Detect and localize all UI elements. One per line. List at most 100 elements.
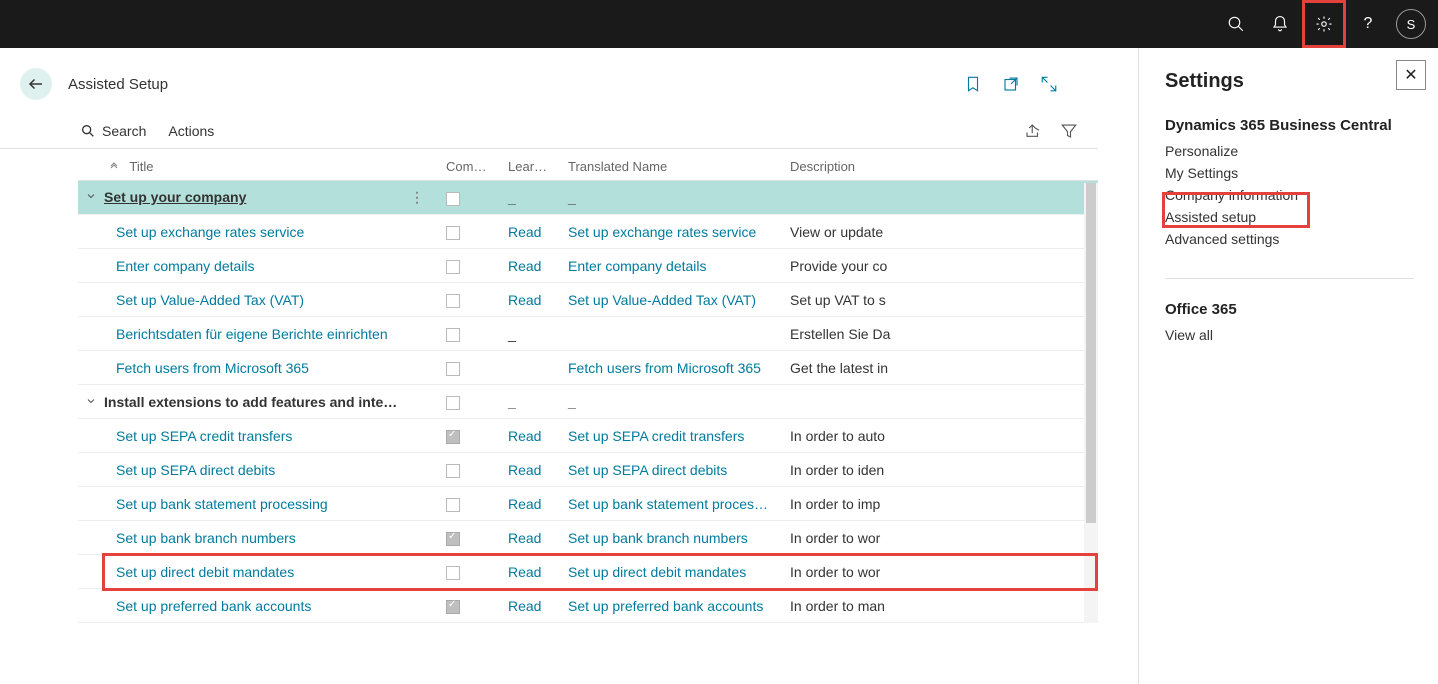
- row-title[interactable]: Set up exchange rates service: [78, 215, 438, 249]
- expand-icon[interactable]: [1040, 75, 1058, 93]
- table-row[interactable]: Berichtsdaten für eigene Berichte einric…: [78, 317, 1098, 351]
- checkbox[interactable]: [446, 498, 460, 512]
- translated-link[interactable]: Set up bank statement processing: [560, 487, 782, 521]
- row-title[interactable]: Set up bank statement processing: [78, 487, 438, 521]
- settings-link[interactable]: My Settings: [1165, 162, 1438, 184]
- col-description[interactable]: Description: [782, 149, 1098, 181]
- table-row[interactable]: Set up Value-Added Tax (VAT)ReadSet up V…: [78, 283, 1098, 317]
- row-title[interactable]: Set up preferred bank accounts: [78, 589, 438, 623]
- search-button[interactable]: Search: [80, 123, 146, 139]
- table-row[interactable]: Set up bank branch numbersReadSet up ban…: [78, 521, 1098, 555]
- translated-link[interactable]: Set up preferred bank accounts: [560, 589, 782, 623]
- chevron-down-icon[interactable]: [78, 189, 104, 205]
- desc-cell: In order to wor: [782, 555, 1098, 589]
- popout-icon[interactable]: [1002, 75, 1020, 93]
- header-actions: [964, 75, 1118, 93]
- help-icon[interactable]: ?: [1346, 0, 1390, 48]
- learn-link[interactable]: Read: [500, 521, 560, 555]
- settings-link[interactable]: Assisted setup: [1165, 206, 1438, 228]
- learn-link[interactable]: Read: [500, 283, 560, 317]
- bookmark-icon[interactable]: [964, 75, 982, 93]
- checkbox[interactable]: [446, 192, 460, 206]
- checkbox[interactable]: [446, 328, 460, 342]
- checkbox[interactable]: [446, 566, 460, 580]
- completed-cell: [438, 555, 500, 589]
- table-row[interactable]: Enter company detailsReadEnter company d…: [78, 249, 1098, 283]
- translated-link[interactable]: Set up foreign payments: [560, 623, 782, 624]
- translated-link[interactable]: Fetch users from Microsoft 365: [560, 351, 782, 385]
- group-title-cell[interactable]: Install extensions to add features and i…: [78, 385, 438, 419]
- checkbox[interactable]: [446, 260, 460, 274]
- checkbox[interactable]: [446, 532, 460, 546]
- checkbox[interactable]: [446, 362, 460, 376]
- filter-icon[interactable]: [1060, 122, 1078, 140]
- desc-cell: In order to iden: [782, 453, 1098, 487]
- translated-link[interactable]: Set up bank branch numbers: [560, 521, 782, 555]
- table-row[interactable]: Set up SEPA direct debitsReadSet up SEPA…: [78, 453, 1098, 487]
- learn-link[interactable]: Read: [500, 453, 560, 487]
- learn-link[interactable]: Read: [500, 487, 560, 521]
- settings-link[interactable]: Company information: [1165, 184, 1438, 206]
- row-kebab-icon[interactable]: ⋮: [404, 189, 430, 206]
- desc-cell: View or update: [782, 215, 1098, 249]
- scrollbar-thumb[interactable]: [1086, 183, 1096, 523]
- col-title[interactable]: Title: [78, 149, 438, 181]
- table-row[interactable]: Set up SEPA credit transfersReadSet up S…: [78, 419, 1098, 453]
- table-row[interactable]: Fetch users from Microsoft 365 Fetch user…: [78, 351, 1098, 385]
- table-row[interactable]: Set up foreign paymentsReadSet up foreig…: [78, 623, 1098, 624]
- learn-link[interactable]: Read: [500, 555, 560, 589]
- learn-link[interactable]: Read: [500, 623, 560, 624]
- translated-link[interactable]: Set up SEPA credit transfers: [560, 419, 782, 453]
- translated-link[interactable]: Set up exchange rates service: [560, 215, 782, 249]
- col-learn-more[interactable]: Learn more: [500, 149, 560, 181]
- row-title[interactable]: Berichtsdaten für eigene Berichte einric…: [78, 317, 438, 351]
- row-title[interactable]: Set up bank branch numbers: [78, 521, 438, 555]
- checkbox[interactable]: [446, 396, 460, 410]
- avatar[interactable]: S: [1396, 9, 1426, 39]
- learn-link[interactable]: Read: [500, 419, 560, 453]
- scrollbar[interactable]: [1084, 183, 1098, 623]
- table-row[interactable]: Set up exchange rates serviceReadSet up …: [78, 215, 1098, 249]
- settings-link[interactable]: Advanced settings: [1165, 228, 1438, 250]
- row-title[interactable]: Set up direct debit mandates: [78, 555, 438, 589]
- learn-link[interactable]: Read: [500, 249, 560, 283]
- back-button[interactable]: [20, 68, 52, 100]
- table-row[interactable]: Set up preferred bank accountsReadSet up…: [78, 589, 1098, 623]
- translated-link[interactable]: Set up SEPA direct debits: [560, 453, 782, 487]
- row-title[interactable]: Enter company details: [78, 249, 438, 283]
- translated-link[interactable]: Set up direct debit mandates: [560, 555, 782, 589]
- row-title[interactable]: Fetch users from Microsoft 365: [78, 351, 438, 385]
- row-title[interactable]: Set up foreign payments: [78, 623, 438, 624]
- settings-link[interactable]: View all: [1165, 324, 1438, 346]
- search-icon[interactable]: [1214, 0, 1258, 48]
- table: Title Compl... Learn more Translated Nam…: [78, 149, 1098, 623]
- completed-cell: [438, 215, 500, 249]
- learn-link[interactable]: Read: [500, 215, 560, 249]
- table-row[interactable]: Set up direct debit mandatesReadSet up d…: [78, 555, 1098, 589]
- chevron-down-icon[interactable]: [78, 394, 104, 410]
- actions-menu[interactable]: Actions: [168, 123, 214, 139]
- group-row[interactable]: Set up your company⋮__: [78, 181, 1098, 215]
- checkbox[interactable]: [446, 294, 460, 308]
- col-completed[interactable]: Compl...: [438, 149, 500, 181]
- close-icon[interactable]: ✕: [1396, 60, 1426, 90]
- checkbox[interactable]: [446, 226, 460, 240]
- checkbox[interactable]: [446, 464, 460, 478]
- row-title[interactable]: Set up Value-Added Tax (VAT): [78, 283, 438, 317]
- row-title[interactable]: Set up SEPA direct debits: [78, 453, 438, 487]
- bell-icon[interactable]: [1258, 0, 1302, 48]
- group-title-cell[interactable]: Set up your company⋮: [78, 181, 438, 215]
- translated-link[interactable]: Enter company details: [560, 249, 782, 283]
- table-row[interactable]: Set up bank statement processingReadSet …: [78, 487, 1098, 521]
- checkbox[interactable]: [446, 600, 460, 614]
- settings-link[interactable]: Personalize: [1165, 140, 1438, 162]
- learn-link[interactable]: Read: [500, 589, 560, 623]
- row-title[interactable]: Set up SEPA credit transfers: [78, 419, 438, 453]
- group-row[interactable]: Install extensions to add features and i…: [78, 385, 1098, 419]
- toolbar: Search Actions: [0, 114, 1098, 149]
- share-icon[interactable]: [1024, 122, 1042, 140]
- col-translated[interactable]: Translated Name: [560, 149, 782, 181]
- checkbox[interactable]: [446, 430, 460, 444]
- translated-link[interactable]: Set up Value-Added Tax (VAT): [560, 283, 782, 317]
- gear-icon[interactable]: [1302, 0, 1346, 48]
